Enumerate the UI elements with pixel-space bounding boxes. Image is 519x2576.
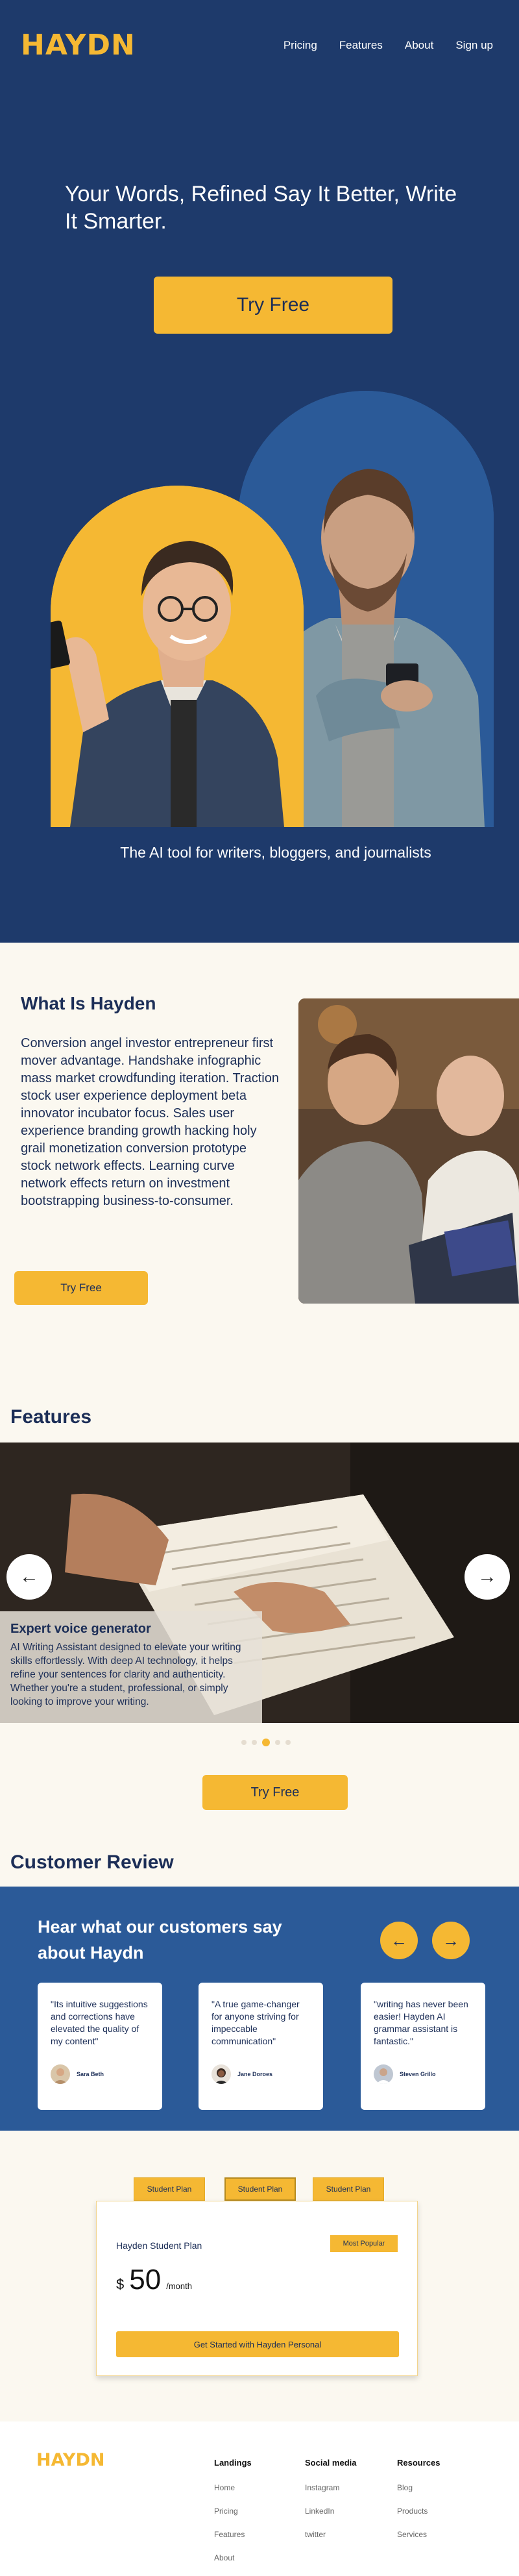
get-started-button[interactable]: Get Started with Hayden Personal <box>116 2331 399 2357</box>
about-photo-team <box>298 998 519 1304</box>
footer-link-home[interactable]: Home <box>214 2483 252 2492</box>
nav-about[interactable]: About <box>405 39 433 52</box>
arrow-left-icon: ← <box>19 1566 39 1587</box>
reviews-heading: Hear what our customers say about Haydn <box>38 1917 282 1963</box>
footer-column-landings: Landings Home Pricing Features About <box>214 2458 252 2576</box>
nav-sign-up[interactable]: Sign up <box>455 39 493 52</box>
footer-column-title: Social media <box>305 2458 357 2468</box>
review-author-name: Steven Grillo <box>400 2071 436 2077</box>
nav-pricing[interactable]: Pricing <box>284 39 317 52</box>
footer-column-social: Social media Instagram LinkedIn twitter <box>305 2458 356 2553</box>
reviews-prev-button[interactable]: ← <box>380 1922 418 1959</box>
footer-link-linkedin[interactable]: LinkedIn <box>305 2507 356 2516</box>
footer-link-products[interactable]: Products <box>397 2507 440 2516</box>
footer-column-resources: Resources Blog Products Services <box>397 2458 440 2553</box>
about-body: Conversion angel investor entrepreneur f… <box>21 1036 279 1208</box>
footer-link-features[interactable]: Features <box>214 2530 252 2539</box>
review-quote: "A true game-changer for anyone striving… <box>211 1999 300 2046</box>
footer-column-title: Resources <box>397 2458 441 2468</box>
price-currency: $ <box>116 2276 125 2292</box>
hero-photo-smiling-man <box>51 486 304 827</box>
footer: HAYDN Landings Home Pricing Features Abo… <box>0 2421 519 2576</box>
carousel-dot[interactable] <box>275 1740 280 1745</box>
carousel-dot[interactable] <box>285 1740 291 1745</box>
slide-title: Expert voice generator <box>10 1622 151 1636</box>
reviews-next-button[interactable]: → <box>432 1922 470 1959</box>
carousel-dot[interactable] <box>241 1740 247 1745</box>
arrow-left-icon: ← <box>391 1930 407 1950</box>
features-carousel[interactable]: ← → Expert voice generator AI Writing As… <box>0 1443 519 1723</box>
features-title: Features <box>10 1406 92 1428</box>
footer-column-title: Landings <box>214 2458 252 2468</box>
review-quote: "writing has never been easier! Hayden A… <box>374 1999 468 2046</box>
footer-link-pricing[interactable]: Pricing <box>214 2507 252 2516</box>
pricing-card: Hayden Student Plan Most Popular $ 50 /m… <box>96 2201 418 2376</box>
price-period: /month <box>166 2281 192 2291</box>
about-try-free-button[interactable]: Try Free <box>14 1271 148 1305</box>
review-author: Steven Grillo <box>374 2064 436 2084</box>
footer-link-about[interactable]: About <box>214 2553 252 2562</box>
arrow-right-icon: → <box>442 1930 459 1950</box>
review-author: Jane Doroes <box>211 2064 272 2084</box>
carousel-caption: Expert voice generator AI Writing Assist… <box>0 1611 262 1723</box>
review-author-name: Sara Beth <box>77 2071 104 2077</box>
footer-link-instagram[interactable]: Instagram <box>305 2483 356 2492</box>
carousel-dots <box>241 1739 291 1746</box>
footer-logo[interactable]: HAYDN <box>36 2450 104 2470</box>
reviews-section: Hear what our customers say about Haydn … <box>0 1887 519 2131</box>
footer-link-twitter[interactable]: twitter <box>305 2530 356 2539</box>
avatar <box>374 2064 393 2084</box>
carousel-dot[interactable] <box>252 1740 257 1745</box>
brand-logo[interactable]: HAYDN <box>21 29 136 62</box>
plan-tab-active[interactable]: Student Plan <box>224 2177 296 2201</box>
review-author-name: Jane Doroes <box>237 2071 273 2077</box>
team-photo-illustration <box>298 998 519 1304</box>
review-author: Sara Beth <box>51 2064 104 2084</box>
price-amount: 50 <box>129 2264 162 2296</box>
slide-text: AI Writing Assistant designed to elevate… <box>10 1642 241 1707</box>
footer-link-blog[interactable]: Blog <box>397 2483 440 2492</box>
most-popular-badge: Most Popular <box>330 2235 398 2252</box>
hero-tagline: The AI tool for writers, bloggers, and j… <box>120 844 431 861</box>
review-card: "writing has never been easier! Hayden A… <box>361 1983 485 2110</box>
hero-title: Your Words, Refined Say It Better, Write… <box>65 182 457 234</box>
avatar <box>51 2064 70 2084</box>
plan-name: Hayden Student Plan <box>116 2240 202 2251</box>
reviews-title: Customer Review <box>10 1852 174 1873</box>
top-nav: Pricing Features About Sign up <box>284 39 493 52</box>
features-try-free-button[interactable]: Try Free <box>202 1775 348 1810</box>
plan-tab[interactable]: Student Plan <box>134 2177 205 2201</box>
arrow-right-icon: → <box>477 1566 497 1587</box>
avatar <box>211 2064 231 2084</box>
carousel-dot-active[interactable] <box>262 1739 270 1746</box>
about-title: What Is Hayden <box>21 993 156 1013</box>
review-card: "Its intuitive suggestions and correctio… <box>38 1983 162 2110</box>
plan-price: $ 50 /month <box>116 2264 192 2296</box>
plan-tab[interactable]: Student Plan <box>313 2177 384 2201</box>
carousel-prev-button[interactable]: ← <box>6 1554 52 1600</box>
hero-section: HAYDN Pricing Features About Sign up You… <box>0 0 519 943</box>
carousel-next-button[interactable]: → <box>465 1554 510 1600</box>
review-card: "A true game-changer for anyone striving… <box>199 1983 323 2110</box>
nav-features[interactable]: Features <box>339 39 383 52</box>
review-quote: "Its intuitive suggestions and correctio… <box>51 1999 148 2046</box>
footer-link-services[interactable]: Services <box>397 2530 440 2539</box>
hero-try-free-button[interactable]: Try Free <box>154 277 392 334</box>
smiling-man-illustration <box>51 486 304 827</box>
